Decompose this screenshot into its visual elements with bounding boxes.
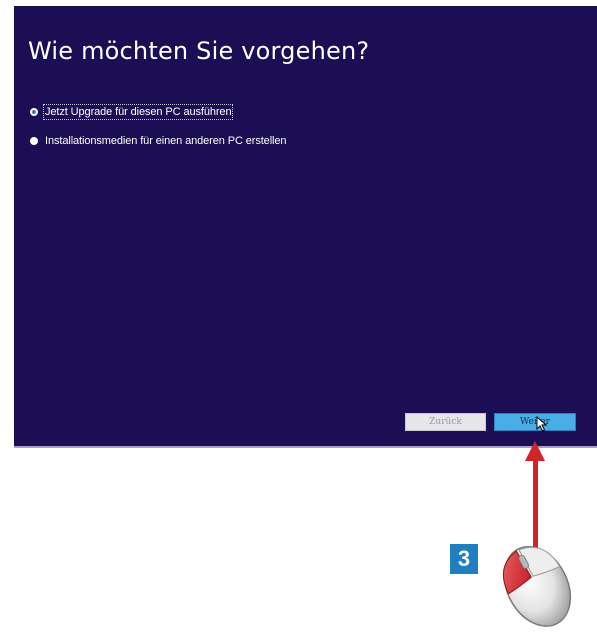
page-title: Wie möchten Sie vorgehen?: [28, 37, 370, 65]
option-create-media-label: Installationsmedien für einen anderen PC…: [45, 135, 287, 147]
annotation-arrow-head-icon: [525, 441, 545, 461]
setup-window: [14, 6, 597, 448]
radio-selected-icon[interactable]: [30, 108, 38, 116]
back-button[interactable]: Zurück: [405, 413, 486, 431]
window-bottom-border: [14, 446, 597, 448]
option-upgrade-label: Jetzt Upgrade für diesen PC ausführen: [42, 104, 234, 120]
option-upgrade-this-pc[interactable]: Jetzt Upgrade für diesen PC ausführen: [30, 104, 234, 120]
radio-unselected-icon[interactable]: [30, 137, 38, 145]
mouse-pointer-icon: [536, 416, 548, 432]
step-number-badge: 3: [450, 544, 478, 574]
next-button[interactable]: Weiter: [494, 413, 576, 431]
option-create-media[interactable]: Installationsmedien für einen anderen PC…: [30, 135, 287, 147]
computer-mouse-icon: [502, 545, 572, 627]
